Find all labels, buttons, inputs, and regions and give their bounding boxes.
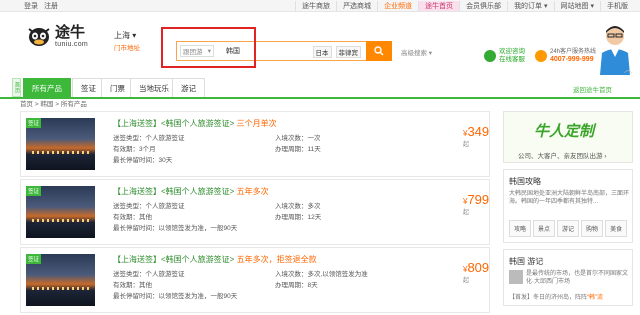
city-name: 上海 ▾ [114,31,137,40]
hotline-number: 4007-999-999 [550,56,594,63]
product-title[interactable]: 【上海送签】<韩国个人旅游签证> 三个月单次 [113,118,277,129]
product-card[interactable]: 签证 【上海送签】<韩国个人旅游签证> 五年多次 送签类型：个人旅游签证 有效期… [20,179,490,245]
product-price: ¥799起 [463,192,490,216]
tab-local-fun[interactable]: 当地玩乐 [130,78,178,97]
max-stay: 最长停留时间：30天 [113,157,173,164]
guide-title: 韩国攻略 [509,177,541,186]
online-service-line2: 在线客服 [499,56,525,63]
entries: 入境次数：一次 [275,135,321,142]
back-home-link[interactable]: 返回途牛首页 [573,84,612,94]
search-tag-japan[interactable]: 日本 [312,46,332,58]
product-card[interactable]: 签证 【上海送签】<韩国个人旅游签证> 三个月单次 送签类型：个人旅游签证 有效… [20,111,490,177]
visa-type: 送签类型：个人旅游签证 [113,135,185,142]
visa-type: 送签类型：个人旅游签证 [113,203,185,210]
guide-description: 大韩民国地处亚洲大陆朝鲜半岛南部，三面环海。韩国的一年四季都有其独特... [509,191,630,205]
tab-travelogue[interactable]: 游记 [172,78,205,97]
product-title[interactable]: 【上海送签】<韩国个人旅游签证> 五年多次 [113,186,269,197]
logo-text-cn: 途牛 [55,23,86,41]
validity: 有效期：其他 [113,214,152,221]
search-tag-philippines[interactable]: 菲律宾 [335,46,361,58]
product-list: 签证 【上海送签】<韩国个人旅游签证> 三个月单次 送签类型：个人旅游签证 有效… [20,111,490,315]
visa-badge: 签证 [26,118,42,128]
hotline: 24h客户服务热线 4007-999-999 [535,48,596,64]
phone-icon [535,50,547,62]
product-card[interactable]: 签证 【上海送签】<韩国个人旅游签证> 五年多次，拒签退全款 送签类型：个人旅游… [20,247,490,313]
product-thumbnail[interactable]: 签证 [26,186,95,238]
top-link-mall[interactable]: 严选商城 [336,1,377,11]
notes-item-2[interactable]: 【首发】冬日的济州岛，阵阵“韩”流 [509,292,633,301]
visa-type: 送签类型：个人旅游签证 [113,271,185,278]
city-selector[interactable]: 上海 ▾ 门市地址 [114,30,140,52]
validity: 有效期：其他 [113,282,152,289]
processing-time: 办理周期：11天 [275,146,321,153]
top-bar: 登录 注册 途牛商旅 严选商城 企业频道 途牛首页 会员俱乐部 我的订单 ▾ 网… [0,0,640,12]
top-link-orders[interactable]: 我的订单 ▾ [507,1,553,11]
product-price: ¥809起 [463,260,490,284]
korea-guide: 韩国攻略 大韩民国地处亚洲大陆朝鲜半岛南部，三面环海。韩国的一年四季都有其独特.… [503,169,633,243]
entries: 入境次数：多次 [275,203,321,210]
top-link-club[interactable]: 会员俱乐部 [459,1,507,11]
guide-btn-notes[interactable]: 游记 [557,220,580,237]
highlight-box [161,27,256,68]
processing-time: 办理周期：8天 [275,282,318,289]
custom-tour-banner[interactable]: 牛人定制 公司、大客户、亲友团队出游 › [503,111,633,163]
search-icon [374,46,384,56]
guide-btn-food[interactable]: 美食 [605,220,628,237]
search-button[interactable] [366,41,392,61]
top-link-home[interactable]: 途牛首页 [418,1,460,11]
banner-title: 牛人定制 [534,123,595,140]
category-nav: 首页 所有产品 签证 门票 当地玩乐 游记 返回途牛首页 [0,75,640,99]
product-thumbnail[interactable]: 签证 [26,254,95,306]
korea-travelogue: 韩国 游记 是最传统的市场，也是首尔不同国家文化·大邱西门市场 【首发】冬日的济… [503,249,633,306]
guide-btn-strategy[interactable]: 攻略 [509,220,532,237]
online-service[interactable]: 欢迎咨询 在线客服 [484,48,525,64]
product-title[interactable]: 【上海送签】<韩国个人旅游签证> 五年多次，拒签退全款 [113,254,317,265]
advanced-search-link[interactable]: 高级搜索 ▾ [401,47,432,57]
visa-badge: 签证 [26,186,42,196]
guide-btn-shopping[interactable]: 购物 [581,220,604,237]
processing-time: 办理周期：12天 [275,214,322,221]
notes-item-1[interactable]: 是最传统的市场，也是首尔不同国家文化·大邱西门市场 [526,270,630,286]
travelogue-thumbnail[interactable] [509,270,523,284]
sidebar: 牛人定制 公司、大客户、亲友团队出游 › 韩国攻略 大韩民国地处亚洲大陆朝鲜半岛… [503,111,633,306]
login-link[interactable]: 登录 [24,1,38,11]
entries: 入境次数：多次,以领馆签发为准 [275,271,368,278]
max-stay: 最长停留时间：以领馆签发为准，一般90天 [113,293,238,300]
store-address-link[interactable]: 门市地址 [114,42,140,52]
site-logo[interactable]: 途牛 tuniu.com [26,24,88,48]
breadcrumb: 首页 > 韩国 > 所有产品 [20,101,87,108]
max-stay: 最长停留时间：以领馆签发为准，一般90天 [113,225,238,232]
home-tab[interactable]: 首页 [12,78,21,97]
visa-badge: 签证 [26,254,42,264]
guide-btn-sights[interactable]: 景点 [533,220,556,237]
cow-logo-icon [28,28,50,46]
product-price: ¥349起 [463,124,490,148]
online-service-line1: 欢迎咨询 [499,48,525,55]
chat-icon [484,50,496,62]
logo-text-en: tuniu.com [55,40,89,48]
validity: 有效期：3个月 [113,146,156,153]
tab-all-products[interactable]: 所有产品 [23,78,71,97]
header: 途牛 tuniu.com 上海 ▾ 门市地址 跟团游 ▾ 韩国 日本 菲律宾 高… [0,12,640,75]
register-link[interactable]: 注册 [44,1,58,11]
product-thumbnail[interactable]: 签证 [26,118,95,170]
top-link-enterprise[interactable]: 企业频道 [377,1,418,11]
hotline-label: 24h客户服务热线 [550,49,597,55]
top-link-business[interactable]: 途牛商旅 [295,1,336,11]
top-link-mobile[interactable]: 手机版 [600,1,634,11]
notes-title: 韩国 游记 [509,257,544,266]
chevron-up-icon[interactable]: ︿ [624,64,634,80]
top-link-sitemap[interactable]: 网站地图 ▾ [553,1,600,11]
banner-subtitle: 公司、大客户、亲友团队出游 › [518,153,607,160]
